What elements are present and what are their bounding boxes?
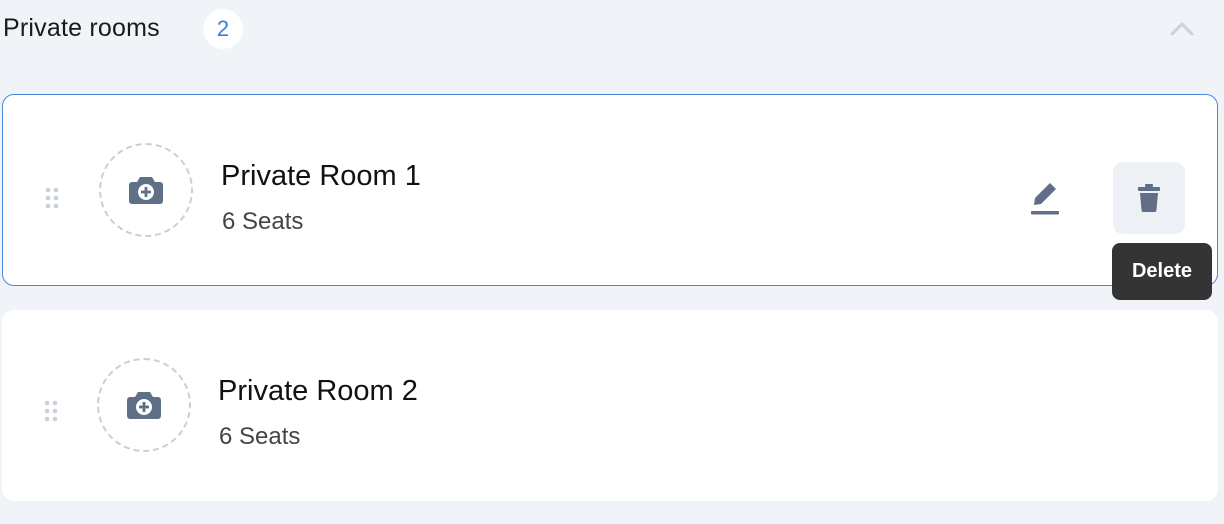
room-card[interactable]: Private Room 2 6 Seats — [2, 310, 1218, 501]
trash-icon — [1138, 184, 1160, 212]
room-card[interactable]: Private Room 1 6 Seats — [2, 94, 1218, 286]
room-photo-upload[interactable] — [99, 143, 193, 237]
camera-add-icon — [129, 177, 163, 204]
room-name: Private Room 2 — [218, 375, 418, 407]
room-seats: 6 Seats — [222, 208, 304, 235]
pencil-icon — [1031, 183, 1059, 215]
drag-handle-icon[interactable] — [44, 186, 60, 212]
room-count-badge: 2 — [203, 9, 243, 49]
section-header: Private rooms 2 — [0, 0, 1224, 60]
delete-tooltip: Delete — [1112, 243, 1212, 300]
room-photo-upload[interactable] — [97, 358, 191, 452]
chevron-up-icon — [1170, 22, 1194, 36]
delete-button[interactable] — [1113, 162, 1185, 234]
section-title: Private rooms — [3, 14, 160, 42]
room-name: Private Room 1 — [221, 160, 421, 192]
room-seats: 6 Seats — [219, 423, 301, 450]
collapse-button[interactable] — [1166, 16, 1198, 42]
camera-add-icon — [127, 392, 161, 419]
edit-button[interactable] — [1021, 175, 1069, 223]
drag-handle-icon[interactable] — [43, 399, 59, 425]
